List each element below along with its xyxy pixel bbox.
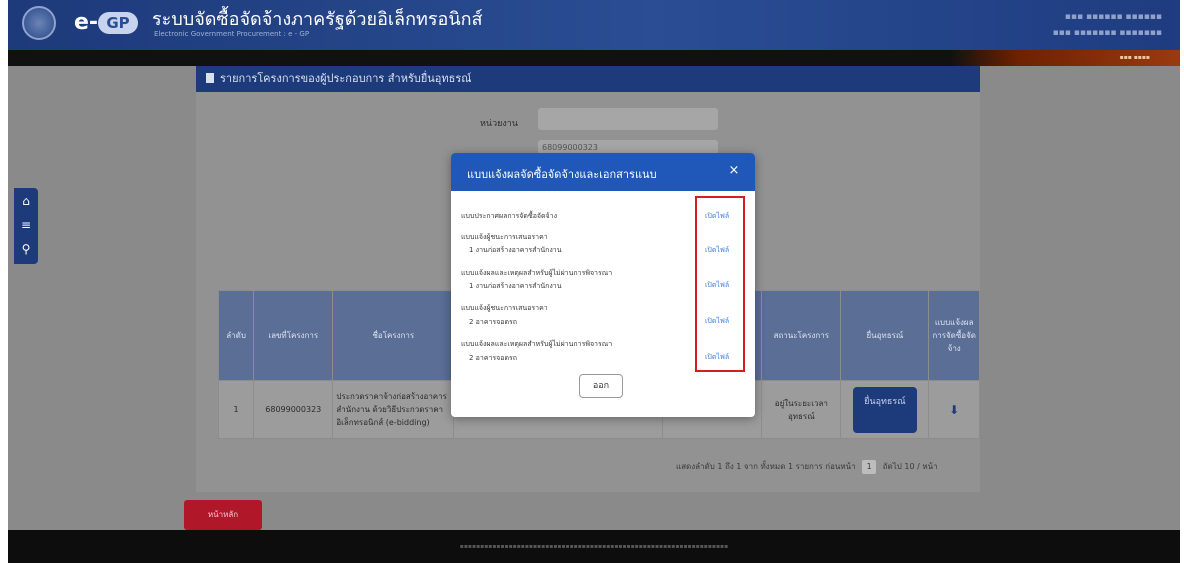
cell-project-name: ประกวดราคาจ้างก่อสร้างอาคาร สำนักงาน ด้ว… bbox=[332, 380, 455, 439]
government-seal-icon bbox=[22, 6, 56, 40]
app-title: ระบบจัดซื้อจัดจ้างภาครัฐด้วยอิเล็กทรอนิก… bbox=[152, 9, 483, 30]
egp-logo: e- GP bbox=[74, 10, 144, 36]
doc-row-sub: 2 อาคารจอดรถ bbox=[469, 354, 518, 362]
col-appeal: ยื่นอุทธรณ์ bbox=[840, 290, 930, 381]
doc-row-label: แบบประกาศผลการจัดซื้อจัดจ้าง bbox=[461, 212, 557, 220]
document-icon bbox=[206, 73, 214, 83]
modal-header: แบบแจ้งผลจัดซื้อจัดจ้างและเอกสารแนบ × bbox=[451, 153, 755, 191]
app-subtitle: Electronic Government Procurement : e - … bbox=[154, 30, 310, 38]
section-title: รายการโครงการของผู้ประกอบการ สำหรับยื่นอ… bbox=[220, 72, 472, 85]
egp-logo-e: e- bbox=[74, 10, 99, 35]
col-status: สถานะโครงการ bbox=[761, 290, 842, 381]
doc-row-label: แบบแจ้งผลและเหตุผลสำหรับผู้ไม่ผ่านการพิจ… bbox=[461, 340, 613, 348]
pagination-prev[interactable]: ก่อนหน้า bbox=[825, 462, 855, 471]
pagination-summary: แสดงลำดับ 1 ถึง 1 จาก ทั้งหมด 1 รายการ bbox=[676, 462, 823, 471]
doc-row-sub: 1 งานก่อสร้างอาคารสำนักงาน bbox=[469, 246, 562, 254]
col-result-form: แบบแจ้งผลการจัดซื้อจัดจ้าง bbox=[928, 290, 980, 381]
pagination: แสดงลำดับ 1 ถึง 1 จาก ทั้งหมด 1 รายการ ก… bbox=[676, 460, 938, 474]
page-footer: ▪▪▪▪▪▪▪▪▪▪▪▪▪▪▪▪▪▪▪▪▪▪▪▪▪▪▪▪▪▪▪▪▪▪▪▪▪▪▪▪… bbox=[8, 530, 1180, 563]
egp-logo-gp: GP bbox=[98, 12, 138, 34]
pagination-next[interactable]: ถัดไป bbox=[883, 462, 902, 471]
appeal-button[interactable]: ยื่นอุทธรณ์ bbox=[852, 386, 917, 433]
doc-row-label: แบบแจ้งผลและเหตุผลสำหรับผู้ไม่ผ่านการพิจ… bbox=[461, 269, 613, 277]
modal-title: แบบแจ้งผลจัดซื้อจัดจ้างและเอกสารแนบ bbox=[467, 168, 657, 181]
col-project-name: ชื่อโครงการ bbox=[332, 290, 455, 381]
cell-download: ⬇ bbox=[928, 380, 980, 439]
side-toolbar: ⌂ ≡ ⚲ bbox=[14, 188, 38, 264]
doc-row-sub: 2 อาคารจอดรถ bbox=[469, 318, 518, 326]
cell-status: อยู่ในระยะเวลาอุทธรณ์ bbox=[761, 380, 842, 439]
doc-row-label: แบบแจ้งผู้ชนะการเสนอราคา bbox=[461, 304, 548, 312]
agency-field[interactable] bbox=[538, 108, 718, 130]
agency-label: หน่วยงาน bbox=[480, 119, 519, 129]
cell-no: 1 bbox=[217, 380, 255, 439]
search-icon[interactable]: ⚲ bbox=[19, 242, 33, 256]
header-date: ▪▪▪ ▪▪▪▪ bbox=[950, 50, 1180, 66]
pagination-current[interactable]: 1 bbox=[862, 460, 877, 474]
pagination-page-size[interactable]: 10 / หน้า bbox=[904, 462, 937, 471]
user-name: ▪▪▪ ▪▪▪▪▪▪ ▪▪▪▪▪▪ bbox=[1064, 12, 1162, 22]
doc-row-label: แบบแจ้งผู้ชนะการเสนอราคา bbox=[461, 233, 548, 241]
col-no: ลำดับ bbox=[217, 290, 255, 381]
app-header: e- GP ระบบจัดซื้อจัดจ้างภาครัฐด้วยอิเล็ก… bbox=[8, 0, 1180, 50]
cell-project-no: 68099000323 bbox=[253, 380, 334, 439]
doc-row-sub: 1 งานก่อสร้างอาคารสำนักงาน bbox=[469, 282, 562, 290]
open-file-highlight bbox=[695, 196, 745, 372]
section-title-bar: รายการโครงการของผู้ประกอบการ สำหรับยื่นอ… bbox=[196, 66, 980, 92]
result-documents-modal: แบบแจ้งผลจัดซื้อจัดจ้างและเอกสารแนบ × แบ… bbox=[451, 153, 755, 417]
user-org: ▪▪▪ ▪▪▪▪▪▪▪ ▪▪▪▪▪▪▪ bbox=[1052, 28, 1162, 38]
header-strip: ▪▪▪ ▪▪▪▪ bbox=[8, 50, 1180, 66]
menu-icon[interactable]: ≡ bbox=[19, 218, 33, 232]
close-icon[interactable]: × bbox=[725, 162, 743, 180]
exit-button[interactable]: ออก bbox=[579, 374, 623, 398]
cell-appeal: ยื่นอุทธรณ์ bbox=[840, 380, 930, 439]
download-icon[interactable]: ⬇ bbox=[949, 403, 959, 417]
home-icon[interactable]: ⌂ bbox=[19, 194, 33, 208]
col-project-no: เลขที่โครงการ bbox=[253, 290, 334, 381]
screenshot-frame: e- GP ระบบจัดซื้อจัดจ้างภาครัฐด้วยอิเล็ก… bbox=[8, 0, 1180, 563]
home-button[interactable]: หน้าหลัก bbox=[184, 500, 262, 530]
